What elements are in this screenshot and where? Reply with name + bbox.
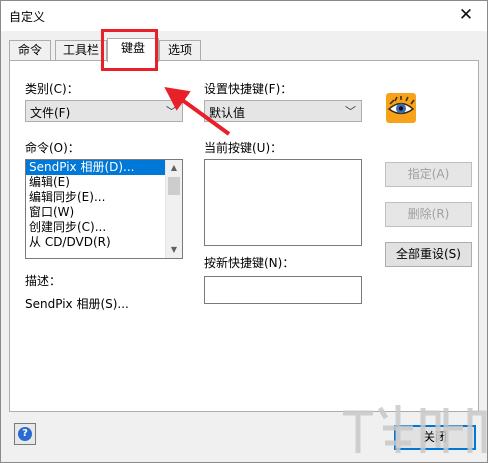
watermark-logo	[343, 405, 487, 453]
